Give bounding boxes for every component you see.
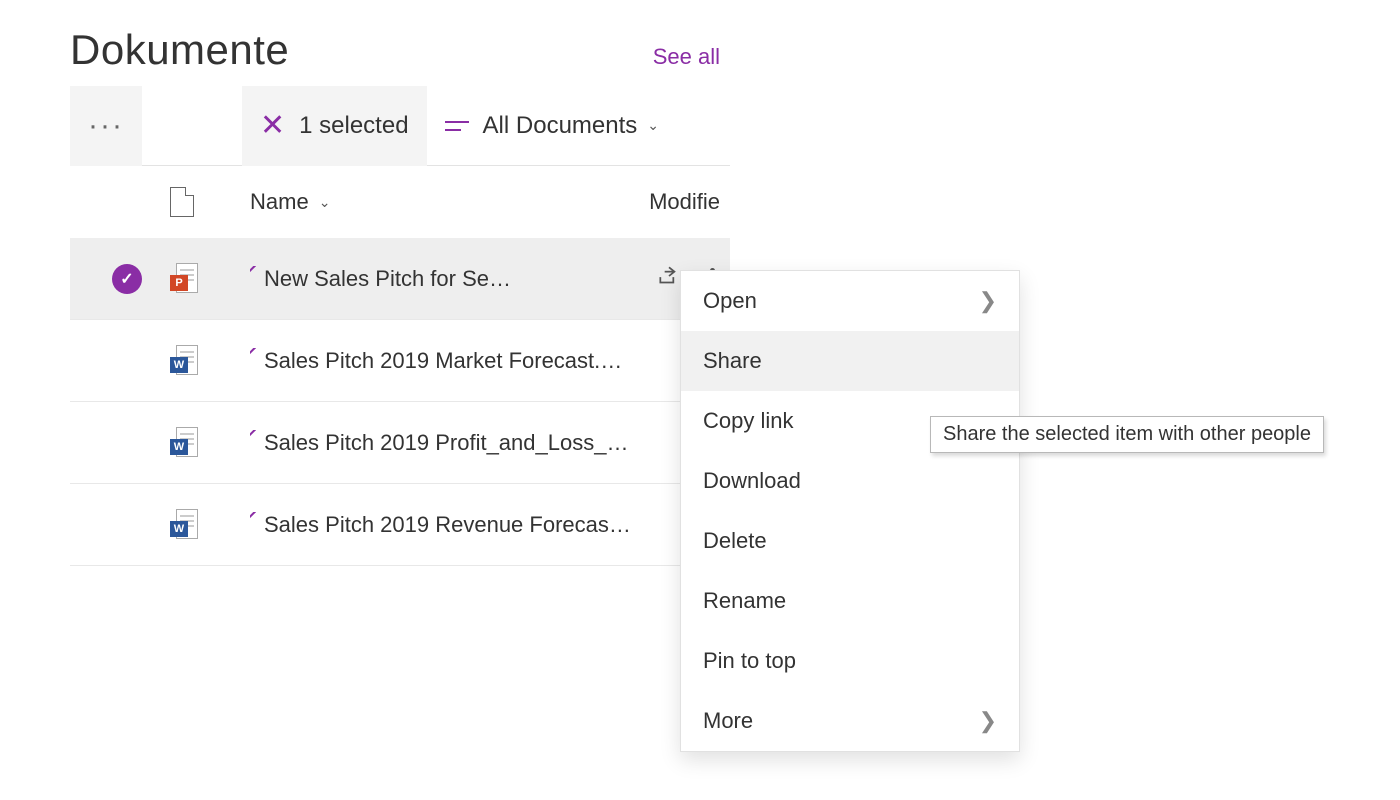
clear-selection-button[interactable]: ✕ 1 selected [242, 86, 427, 166]
menu-share[interactable]: Share [681, 331, 1019, 391]
share-icon[interactable] [656, 263, 682, 295]
modified-column-header[interactable]: Modifie [649, 189, 730, 215]
name-column-header[interactable]: Name ⌄ [250, 189, 649, 215]
view-dropdown[interactable]: All Documents ⌄ [427, 86, 677, 166]
document-icon [170, 187, 194, 217]
file-row[interactable]: W Sales Pitch 2019 Revenue Forecas… [70, 484, 730, 566]
word-file-icon: W [170, 345, 198, 377]
file-name[interactable]: Sales Pitch 2019 Revenue Forecas… [264, 512, 631, 538]
menu-more[interactable]: More ❯ [681, 691, 1019, 751]
word-file-icon: W [170, 427, 198, 459]
overflow-button[interactable]: ··· [70, 86, 142, 166]
file-name[interactable]: Sales Pitch 2019 Market Forecast.… [264, 348, 622, 374]
see-all-link[interactable]: See all [653, 44, 720, 70]
close-icon: ✕ [260, 111, 285, 141]
more-dots-icon: ··· [88, 109, 124, 143]
selected-check-icon: ✓ [112, 264, 142, 294]
powerpoint-file-icon: P [170, 263, 198, 295]
menu-rename[interactable]: Rename [681, 571, 1019, 631]
menu-pin-to-top[interactable]: Pin to top [681, 631, 1019, 691]
file-name[interactable]: Sales Pitch 2019 Profit_and_Loss_… [264, 430, 628, 456]
menu-download[interactable]: Download [681, 451, 1019, 511]
context-menu: Open ❯ Share Copy link Download Delete R… [680, 270, 1020, 752]
file-row[interactable]: W Sales Pitch 2019 Market Forecast.… [70, 320, 730, 402]
table-header: Name ⌄ Modifie [70, 166, 730, 238]
chevron-down-icon: ⌄ [647, 117, 659, 134]
file-icon-header [170, 187, 250, 217]
share-tooltip: Share the selected item with other peopl… [930, 416, 1324, 453]
chevron-down-icon: ⌄ [319, 194, 331, 211]
page-header: Dokumente See all [70, 26, 730, 74]
chevron-right-icon: ❯ [979, 708, 997, 734]
page-title: Dokumente [70, 26, 289, 74]
view-label: All Documents [483, 112, 638, 140]
word-file-icon: W [170, 509, 198, 541]
file-row[interactable]: W Sales Pitch 2019 Profit_and_Loss_… [70, 402, 730, 484]
chevron-right-icon: ❯ [979, 288, 997, 314]
file-row[interactable]: ✓ P New Sales Pitch for Se… [70, 238, 730, 320]
toolbar: ··· ✕ 1 selected All Documents ⌄ [70, 86, 730, 166]
file-name[interactable]: New Sales Pitch for Se… [264, 266, 511, 292]
menu-delete[interactable]: Delete [681, 511, 1019, 571]
menu-open[interactable]: Open ❯ [681, 271, 1019, 331]
selection-count: 1 selected [299, 112, 408, 140]
selection-cell[interactable]: ✓ [82, 264, 170, 294]
list-view-icon [445, 118, 469, 134]
